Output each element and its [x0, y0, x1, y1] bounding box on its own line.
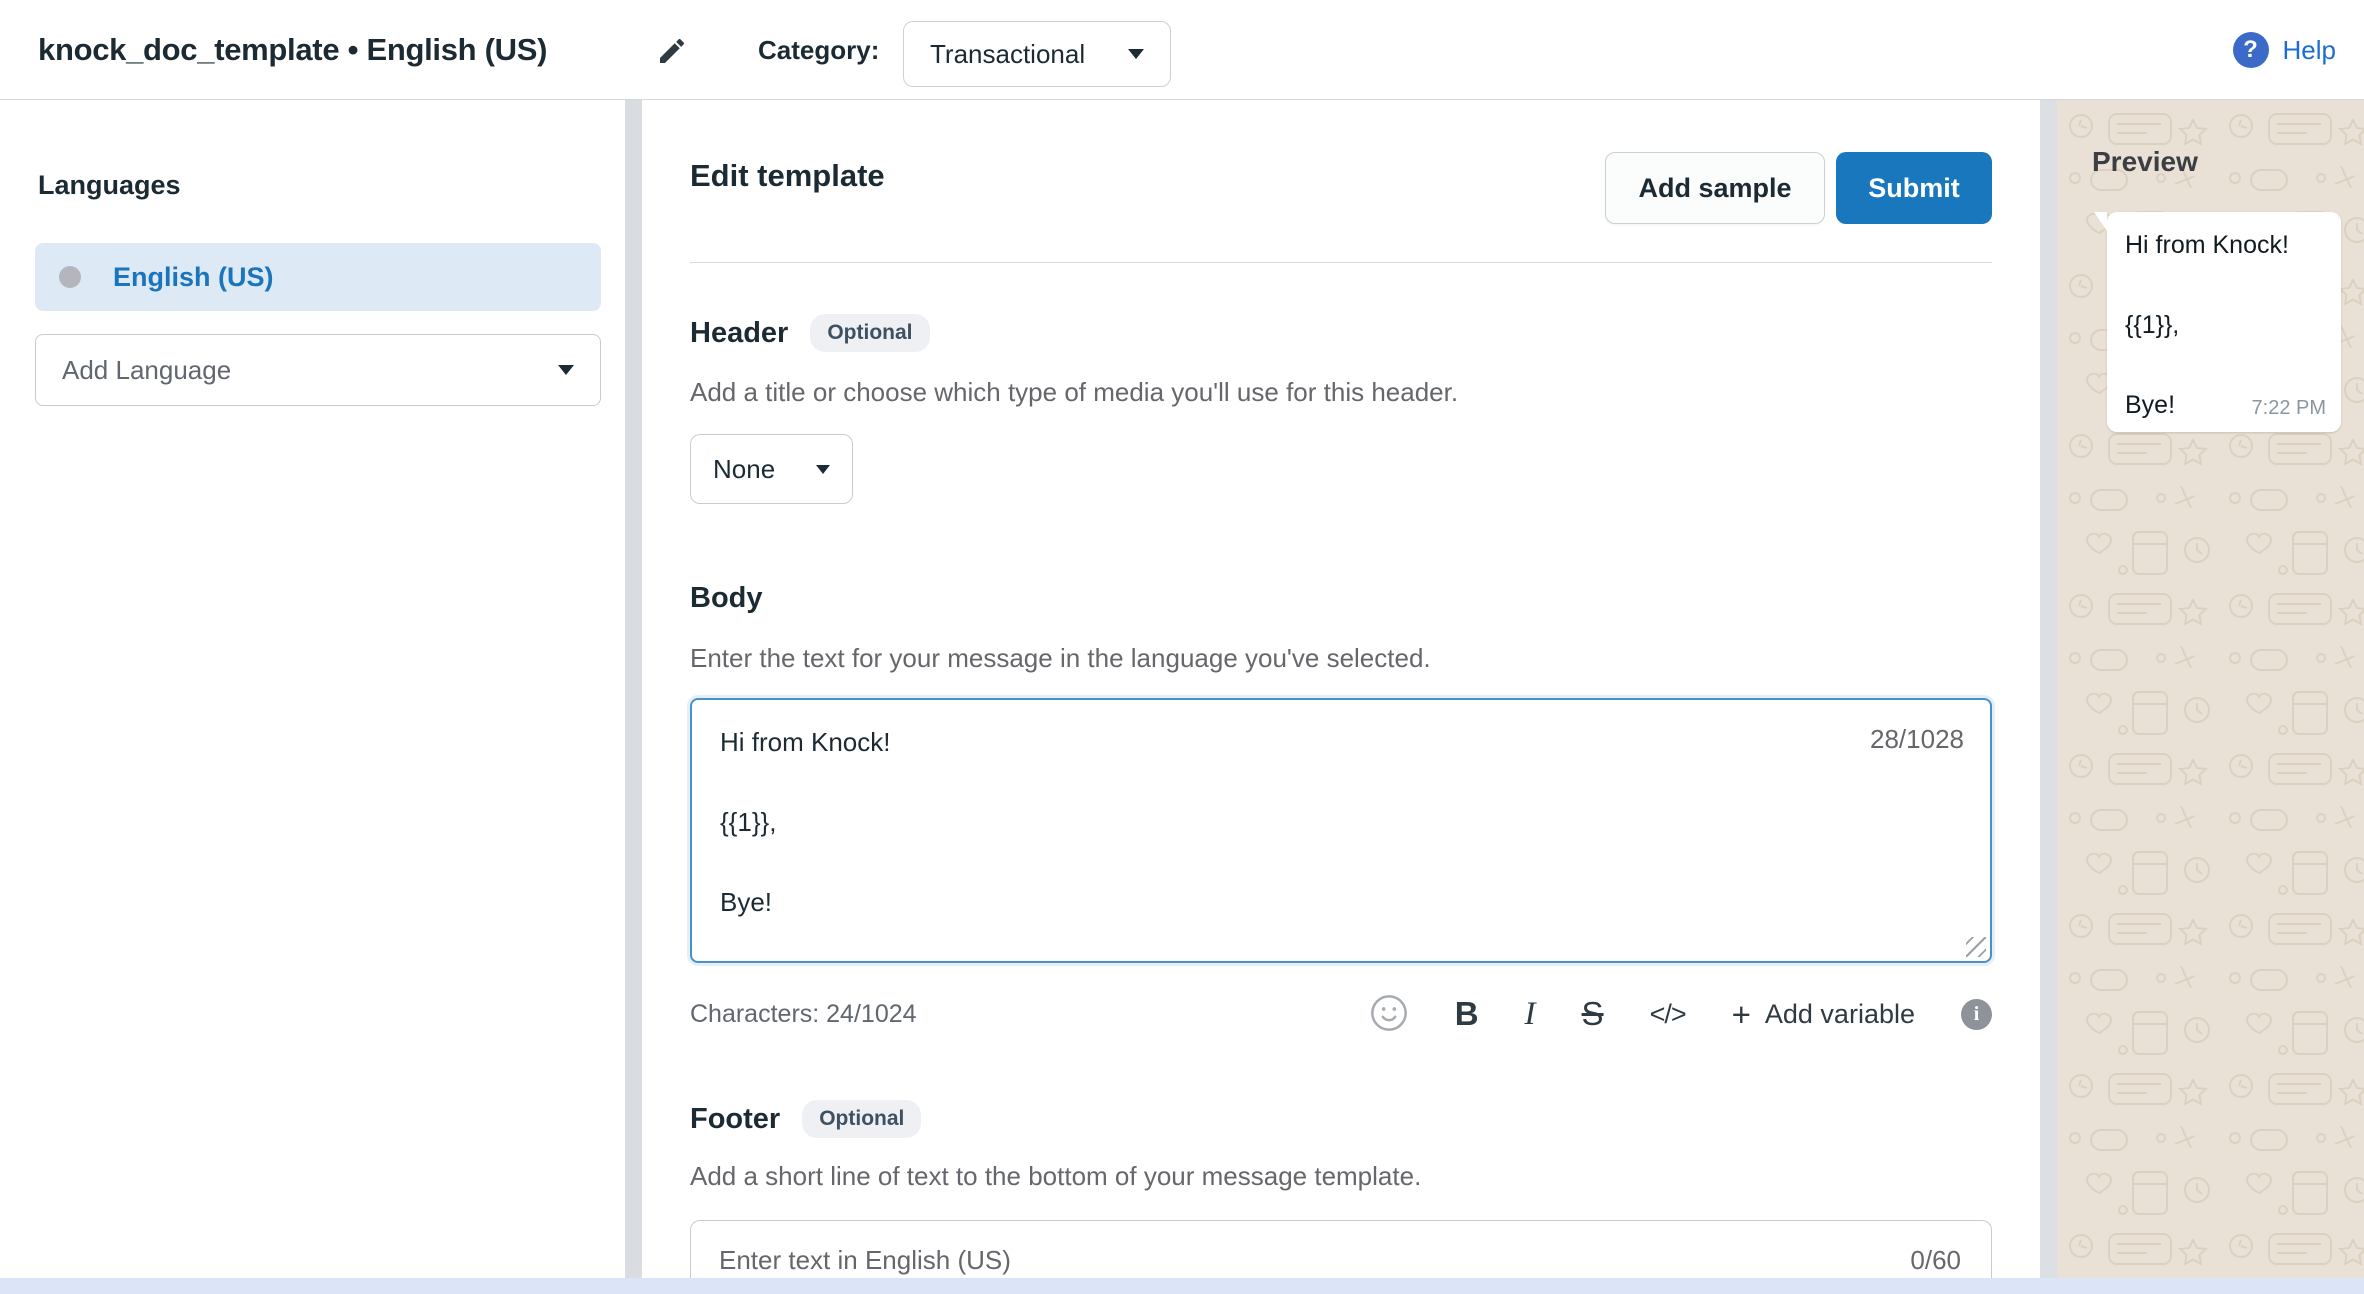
- strikethrough-icon[interactable]: S: [1582, 990, 1604, 1038]
- resize-handle[interactable]: [1966, 937, 1986, 957]
- header-type-dropdown[interactable]: None: [690, 434, 853, 504]
- language-label: English (US): [113, 262, 274, 293]
- edit-template-name-button[interactable]: [652, 32, 692, 72]
- submit-button[interactable]: Submit: [1836, 152, 1992, 224]
- message-bubble: Hi from Knock! {{1}}, Bye! 7:22 PM: [2107, 212, 2341, 432]
- italic-icon[interactable]: I: [1525, 990, 1536, 1038]
- main-panel-scrollbar[interactable]: [2040, 100, 2057, 1294]
- sidebar-item-english-us[interactable]: English (US): [35, 243, 601, 311]
- language-status-dot-icon: [59, 266, 81, 288]
- help-link[interactable]: ? Help: [2233, 0, 2336, 100]
- message-timestamp: 7:22 PM: [2252, 397, 2326, 420]
- add-sample-button[interactable]: Add sample: [1605, 152, 1825, 224]
- page-title: knock_doc_template • English (US): [38, 0, 547, 100]
- body-textarea-container: Hi from Knock! {{1}}, Bye! 28/1028: [690, 698, 1992, 963]
- help-label: Help: [2283, 35, 2336, 66]
- whatsapp-template-editor: knock_doc_template • English (US) Catego…: [0, 0, 2364, 1294]
- preview-heading: Preview: [2092, 146, 2198, 178]
- header-section-title: Header: [690, 317, 788, 350]
- sidebar-scrollbar[interactable]: [625, 100, 642, 1294]
- help-icon: ?: [2233, 32, 2269, 68]
- edit-template-title: Edit template: [690, 158, 885, 194]
- body-section-title: Body: [690, 582, 763, 615]
- body-character-counter: 28/1028: [1870, 724, 1964, 755]
- category-label: Category:: [758, 0, 879, 100]
- code-icon[interactable]: </>: [1650, 990, 1686, 1038]
- pencil-icon: [656, 55, 688, 70]
- bold-icon[interactable]: B: [1455, 990, 1479, 1038]
- bubble-tail: [2094, 212, 2107, 231]
- footer-section-title: Footer: [690, 1103, 780, 1136]
- body-textarea[interactable]: Hi from Knock! {{1}}, Bye!: [692, 700, 1990, 961]
- message-line: {{1}},: [2125, 310, 2179, 340]
- characters-count-label: Characters: 24/1024: [690, 1000, 917, 1029]
- message-line: Hi from Knock!: [2125, 230, 2289, 260]
- languages-heading: Languages: [38, 170, 181, 201]
- footer-section-heading: Footer Optional: [690, 1100, 921, 1138]
- add-variable-button[interactable]: + Add variable: [1732, 990, 1915, 1038]
- info-icon[interactable]: i: [1961, 999, 1992, 1030]
- emoji-icon: [1369, 993, 1409, 1036]
- divider: [690, 262, 1992, 263]
- languages-sidebar: Languages English (US) Add Language: [0, 100, 625, 1294]
- chevron-down-icon: [558, 365, 574, 375]
- top-bar: knock_doc_template • English (US) Catego…: [0, 0, 2364, 100]
- body-section-description: Enter the text for your message in the l…: [690, 643, 1431, 674]
- footer-character-counter: 0/60: [1910, 1245, 1961, 1276]
- category-value: Transactional: [930, 39, 1085, 70]
- header-section-heading: Header Optional: [690, 314, 930, 352]
- add-language-dropdown[interactable]: Add Language: [35, 334, 601, 406]
- message-line: Bye!: [2125, 390, 2175, 420]
- footer-section-description: Add a short line of text to the bottom o…: [690, 1161, 1421, 1192]
- horizontal-scrollbar[interactable]: [0, 1278, 2364, 1294]
- add-variable-label: Add variable: [1765, 999, 1915, 1030]
- header-section-description: Add a title or choose which type of medi…: [690, 377, 1458, 408]
- add-language-placeholder: Add Language: [62, 355, 231, 386]
- plus-icon: +: [1732, 998, 1751, 1031]
- edit-template-panel: Edit template Add sample Submit Header O…: [642, 100, 2040, 1294]
- body-section-heading: Body: [690, 582, 763, 615]
- chevron-down-icon: [1128, 49, 1144, 59]
- category-dropdown[interactable]: Transactional: [903, 21, 1171, 87]
- emoji-button[interactable]: [1369, 990, 1409, 1038]
- chevron-down-icon: [816, 465, 830, 474]
- body-toolbar: Characters: 24/1024 B I S </>: [690, 986, 1992, 1042]
- optional-badge: Optional: [810, 314, 929, 352]
- formatting-toolbar: B I S </> + Add variable i: [1369, 990, 1992, 1038]
- optional-badge: Optional: [802, 1100, 921, 1138]
- preview-panel: Preview Hi from Knock! {{1}}, Bye! 7:22 …: [2057, 100, 2364, 1294]
- header-type-value: None: [713, 454, 775, 485]
